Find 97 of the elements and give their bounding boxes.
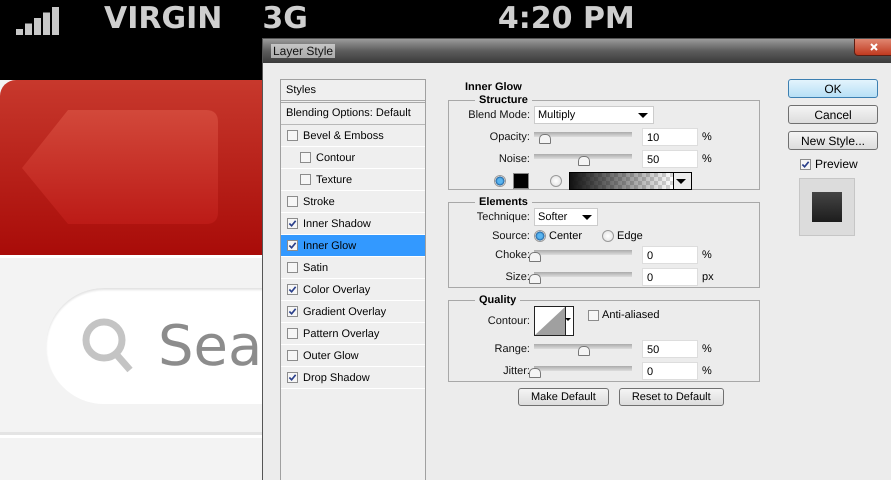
item-label: Pattern Overlay xyxy=(303,328,380,340)
list-item[interactable]: Blending Options: Default xyxy=(281,103,425,125)
value-field[interactable]: 50 xyxy=(642,340,698,358)
item-label: Inner Glow xyxy=(303,240,356,252)
checkbox[interactable] xyxy=(800,158,811,170)
technique-dropdown[interactable]: Softer xyxy=(534,208,598,226)
item-label: Stroke xyxy=(303,196,335,208)
slider-thumb[interactable] xyxy=(578,156,590,166)
checkbox[interactable] xyxy=(588,310,599,320)
list-item[interactable]: Texture xyxy=(281,169,425,191)
checkbox[interactable] xyxy=(287,306,298,317)
field-label: Source: xyxy=(491,230,530,242)
field-label: Size: xyxy=(504,271,530,283)
carrier-name: VIRGIN xyxy=(104,3,222,35)
field-label: Choke: xyxy=(494,249,530,261)
checkbox[interactable] xyxy=(287,130,298,141)
value-field[interactable]: 0 xyxy=(642,246,698,264)
field-label: Blend Mode: xyxy=(467,109,530,121)
item-label: Inner Shadow xyxy=(303,218,371,230)
item-label: Gradient Overlay xyxy=(303,306,386,318)
signal-bars-icon xyxy=(16,7,60,35)
slider-thumb[interactable] xyxy=(578,346,590,356)
unit-label: % xyxy=(702,131,713,143)
window-title: Layer Style xyxy=(271,44,336,58)
checkbox[interactable] xyxy=(287,328,298,339)
group-title: Quality xyxy=(478,294,518,306)
slider-thumb[interactable] xyxy=(529,252,541,262)
dialog-button[interactable]: Reset to Default xyxy=(618,388,724,406)
list-header[interactable]: Styles xyxy=(281,80,425,103)
search-placeholder: Sea xyxy=(158,314,262,378)
slider-thumb[interactable] xyxy=(538,134,551,144)
slider-thumb[interactable] xyxy=(529,274,541,284)
network-type: 3G xyxy=(262,3,308,35)
contour-picker[interactable] xyxy=(534,306,574,336)
checkbox[interactable] xyxy=(287,240,298,251)
checkbox[interactable] xyxy=(287,350,298,361)
field-label: Opacity: xyxy=(488,131,530,143)
list-item[interactable]: Pattern Overlay xyxy=(281,323,425,345)
close-button[interactable] xyxy=(854,39,891,56)
value-field[interactable]: 0 xyxy=(642,362,698,380)
radio-label: Center xyxy=(549,230,582,242)
item-label: Texture xyxy=(316,174,352,186)
group-title: Structure xyxy=(478,94,529,106)
panel-title: Inner Glow xyxy=(465,81,523,93)
list-item[interactable]: Inner Glow xyxy=(281,235,425,257)
unit-label: px xyxy=(702,271,715,283)
item-label: Drop Shadow xyxy=(303,372,370,384)
field-label: Noise: xyxy=(498,153,530,165)
item-label: Bevel & Emboss xyxy=(303,130,384,142)
list-item[interactable]: Gradient Overlay xyxy=(281,301,425,323)
checkbox-label: Anti-aliased xyxy=(602,309,660,321)
slider-thumb[interactable] xyxy=(529,368,541,378)
checkbox[interactable] xyxy=(287,372,298,383)
clock-time: 4:20 PM xyxy=(498,3,635,35)
field-label: Jitter: xyxy=(502,365,530,377)
blend-mode-dropdown[interactable]: Multiply xyxy=(534,106,654,124)
list-item[interactable]: Bevel & Emboss xyxy=(281,125,425,147)
value-field[interactable]: 50 xyxy=(642,150,698,168)
field-label: Contour: xyxy=(486,315,530,327)
checkbox[interactable] xyxy=(287,196,298,207)
radio-label: Edge xyxy=(617,230,643,242)
checkbox[interactable] xyxy=(287,262,298,273)
radio-button[interactable] xyxy=(534,230,546,242)
list-item[interactable]: Outer Glow xyxy=(281,345,425,367)
field-label: Range: xyxy=(494,343,530,355)
close-icon xyxy=(869,42,879,52)
checkbox[interactable] xyxy=(287,218,298,229)
radio-button[interactable] xyxy=(602,230,614,242)
dialog-button[interactable]: Make Default xyxy=(518,388,609,406)
unit-label: % xyxy=(702,343,713,355)
radio-button[interactable] xyxy=(494,175,506,187)
unit-label: % xyxy=(702,365,713,377)
dialog-button[interactable]: Cancel xyxy=(788,105,878,124)
dialog-button[interactable]: New Style... xyxy=(788,131,878,150)
list-item[interactable]: Drop Shadow xyxy=(281,367,425,389)
checkbox[interactable] xyxy=(287,284,298,295)
item-label: Satin xyxy=(303,262,328,274)
preview-thumbnail xyxy=(799,178,855,236)
list-item[interactable]: Stroke xyxy=(281,191,425,213)
field-label: Technique: xyxy=(476,211,530,223)
list-item[interactable]: Satin xyxy=(281,257,425,279)
dialog-button[interactable]: OK xyxy=(788,79,878,98)
item-label: Contour xyxy=(316,152,356,164)
list-item[interactable]: Contour xyxy=(281,147,425,169)
value-field[interactable]: 0 xyxy=(642,268,698,286)
unit-label: % xyxy=(702,249,713,261)
list-item[interactable]: Color Overlay xyxy=(281,279,425,301)
radio-button[interactable] xyxy=(550,175,562,187)
gradient-picker[interactable] xyxy=(569,172,692,190)
unit-label: % xyxy=(702,153,713,165)
color-swatch[interactable] xyxy=(513,173,529,189)
checkbox-label: Preview xyxy=(815,157,858,171)
group-title: Elements xyxy=(478,196,529,208)
value-field[interactable]: 10 xyxy=(642,128,698,146)
checkbox[interactable] xyxy=(300,174,311,185)
item-label: Outer Glow xyxy=(303,350,359,362)
checkbox[interactable] xyxy=(300,152,311,163)
